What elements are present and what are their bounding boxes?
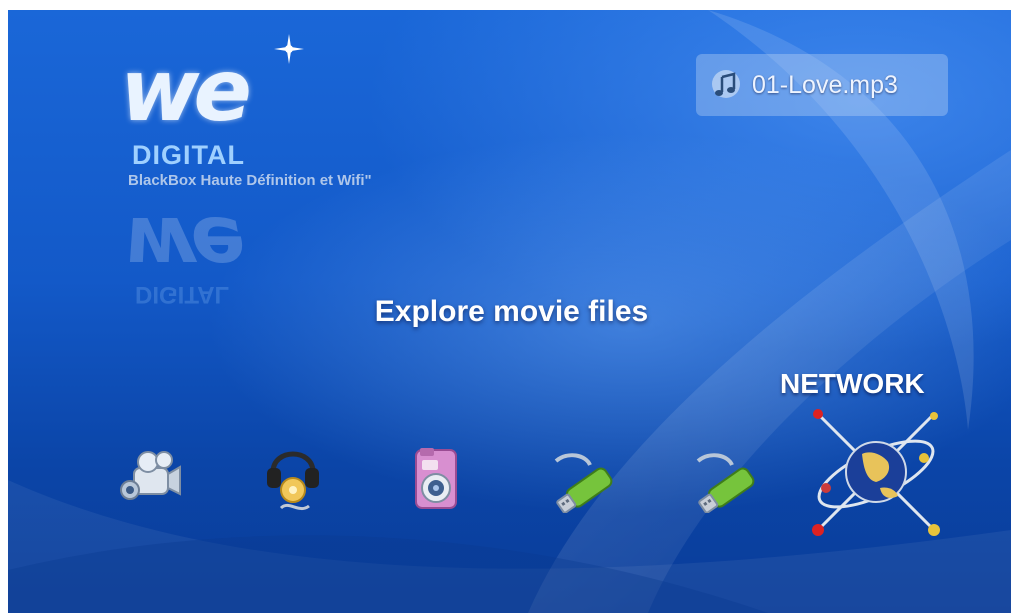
usb-icon [696, 453, 755, 513]
menu-item-photos[interactable] [406, 444, 468, 516]
logo-we-text: we [120, 41, 252, 141]
section-title-text: Explore movie files [374, 295, 649, 328]
usb-icon [554, 453, 613, 513]
tagline: BlackBox Haute Définition et Wifi" [128, 172, 372, 189]
video-camera-icon [120, 451, 181, 500]
media-player-screen: we DIGITAL BlackBox Haute Définition et … [8, 10, 1011, 613]
menu-item-music[interactable] [263, 438, 323, 514]
headphones-icon [267, 451, 319, 511]
music-note-icon [712, 70, 740, 98]
menu-item-usb-1[interactable] [550, 453, 624, 513]
menu-item-usb-2[interactable] [692, 453, 766, 513]
sparkle-icon [274, 34, 304, 64]
photo-camera-icon [415, 448, 457, 509]
now-playing-badge: 01-Love.mp3 [696, 54, 948, 116]
logo-reflection: DIGITAL we [123, 199, 240, 308]
logo-digital-text: DIGITAL [132, 140, 245, 170]
globe-network-icon [812, 409, 940, 536]
section-title: Explore movie files [8, 295, 1011, 329]
menu-item-network[interactable] [806, 402, 946, 552]
menu-item-movies[interactable] [118, 450, 184, 510]
selected-menu-label: NETWORK [780, 368, 925, 399]
now-playing-title: 01-Love.mp3 [752, 70, 898, 99]
